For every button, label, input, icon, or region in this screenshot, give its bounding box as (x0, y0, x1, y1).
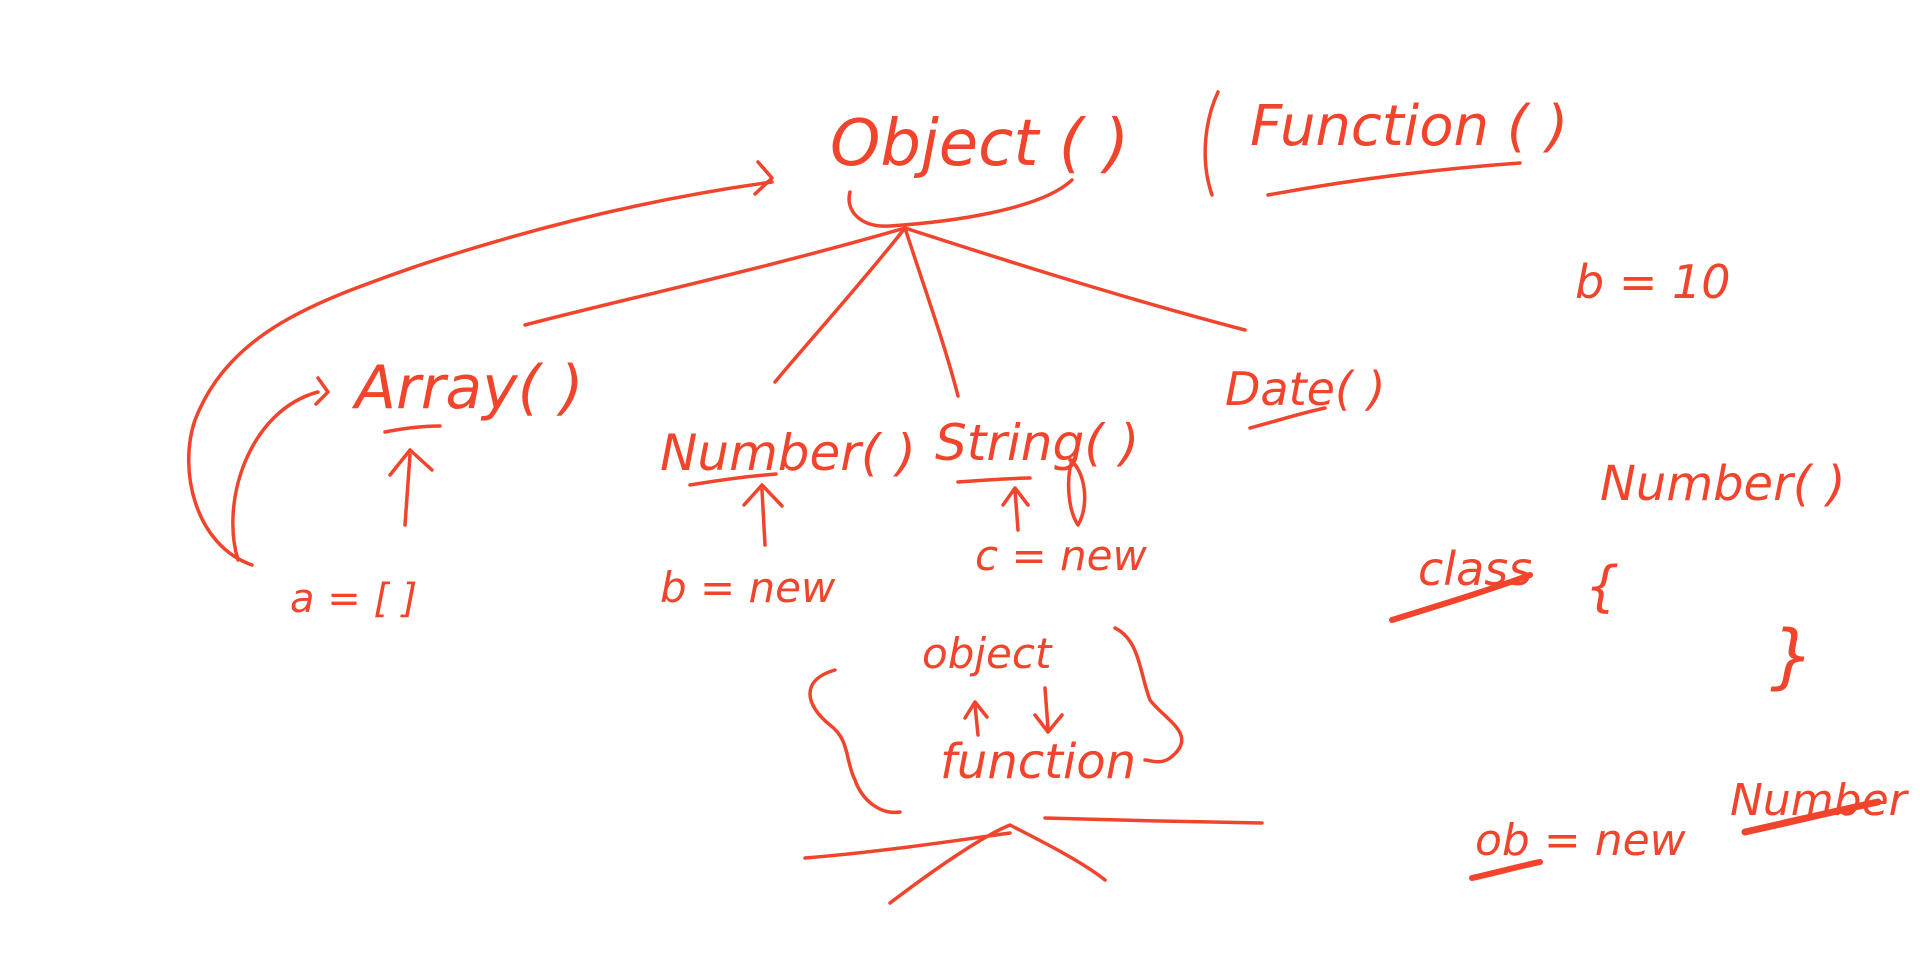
function-node: Function ( ) (1203, 90, 1568, 197)
branch-number (773, 226, 907, 384)
object-label: Object ( ) (830, 107, 1129, 181)
cluster-base-line (803, 831, 1012, 860)
cluster-down-arrow (1033, 686, 1064, 734)
string-up-arrow (1001, 486, 1030, 532)
ob-assign-label: ob = new (1475, 815, 1687, 866)
whiteboard: Object ( ) Function ( ) Array( ) a = [ ]… (0, 0, 1920, 956)
branch-date (903, 226, 1247, 332)
number-node: Number( ) b = new (660, 424, 916, 612)
object-node: Object ( ) (830, 107, 1129, 228)
array-side-arrow (231, 390, 320, 562)
close-brace-label: } (1770, 615, 1815, 697)
b-ten-label: b = 10 (1575, 255, 1731, 309)
open-brace-label: { (1585, 555, 1619, 618)
object-function-cluster: object function (803, 626, 1264, 905)
array-node: Array( ) a = [ ] (231, 353, 584, 622)
right-notes: b = 10 class Number( ) { } ob = new Numb… (1389, 255, 1910, 881)
function-underline (1266, 161, 1522, 197)
string-underline (956, 476, 1032, 484)
array-up-arrow (388, 448, 434, 527)
object-small-label: object (922, 629, 1053, 678)
string-label: String( ) (935, 414, 1139, 472)
branch-array (523, 226, 907, 327)
object-underline-brace (847, 178, 1074, 228)
cluster-cross-stroke (888, 823, 1107, 905)
array-label: Array( ) (351, 353, 584, 423)
number-label: Number( ) (660, 424, 916, 482)
hierarchy-lines (523, 226, 1247, 398)
branch-string (903, 226, 960, 398)
number-up-arrow (742, 483, 784, 547)
class-name-label: Number( ) (1600, 456, 1846, 512)
c-assign-label: c = new (975, 531, 1147, 580)
b-assign-label: b = new (660, 563, 836, 612)
date-label: Date( ) (1225, 362, 1385, 416)
arrow-head (753, 160, 774, 196)
a-assign-label: a = [ ] (290, 576, 417, 622)
whiteboard-drawing: Object ( ) Function ( ) Array( ) a = [ ]… (187, 90, 1910, 905)
function-small-label: function (940, 734, 1136, 790)
array-underline (383, 424, 442, 434)
function-label: Function ( ) (1250, 94, 1568, 159)
cluster-left-brace (808, 668, 902, 815)
cluster-base-line-right (1043, 816, 1264, 825)
string-node: String( ) c = new (935, 414, 1147, 580)
separator-stroke (1203, 90, 1220, 197)
date-node: Date( ) (1225, 362, 1385, 430)
class-label: class (1418, 542, 1532, 596)
cluster-up-arrow (963, 700, 989, 737)
